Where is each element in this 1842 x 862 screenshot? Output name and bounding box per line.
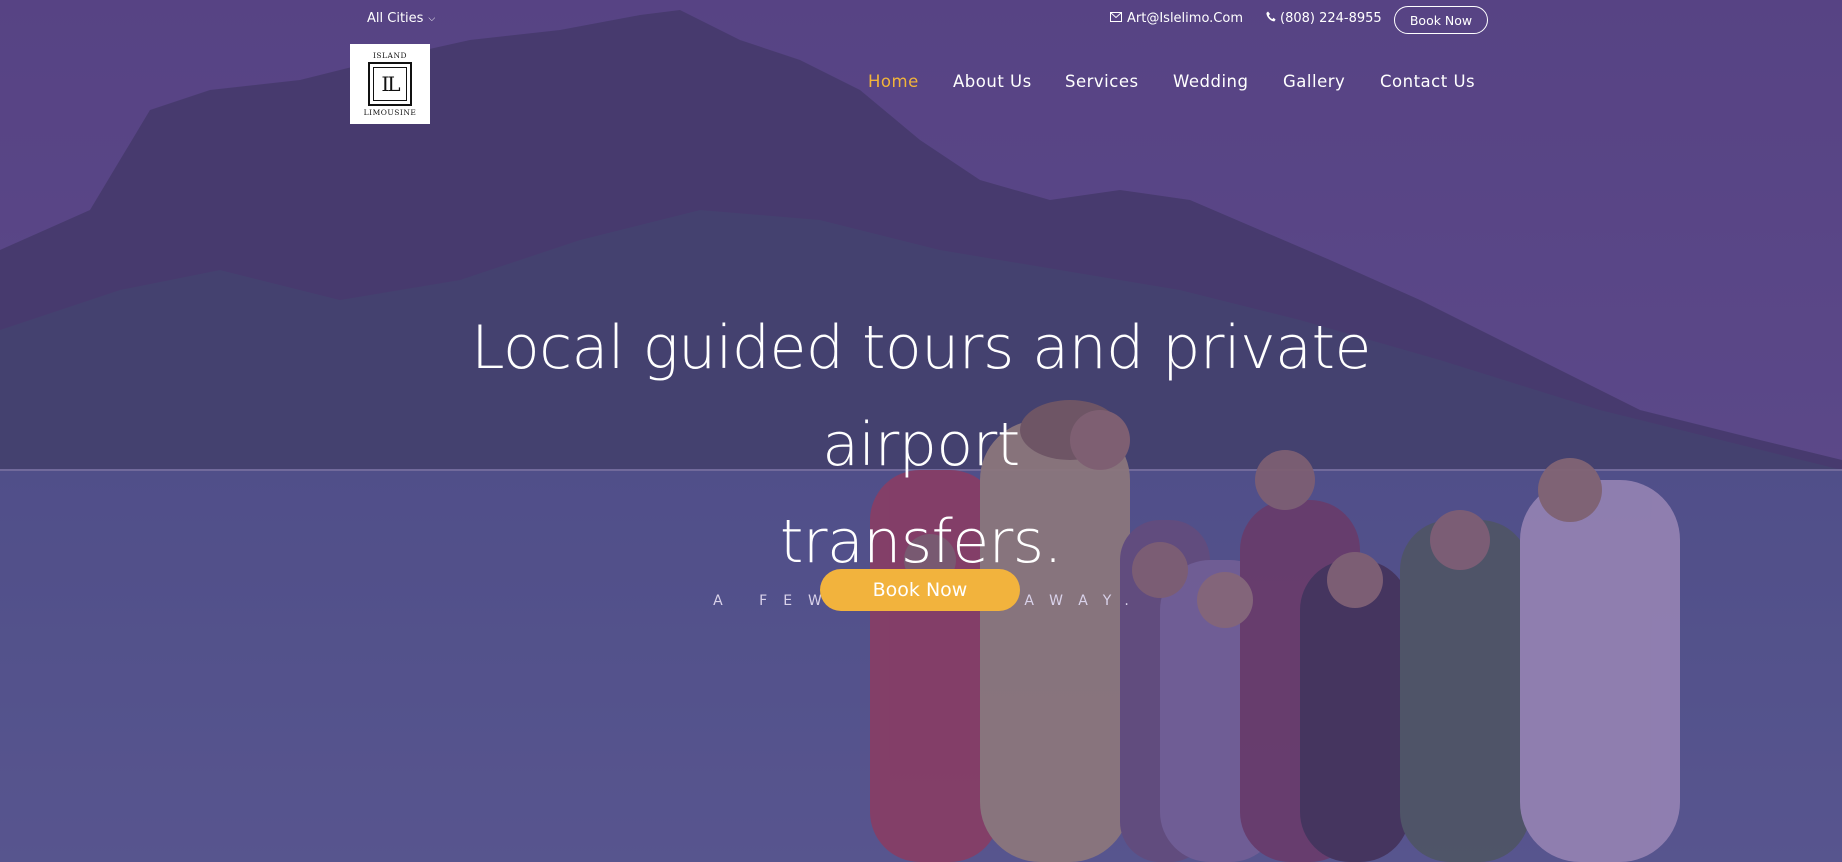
email-link[interactable]: Art@Islelimo.Com: [1110, 11, 1243, 26]
phone-icon: [1266, 11, 1276, 26]
nav-item-gallery[interactable]: Gallery: [1283, 72, 1345, 91]
main-nav: Home About Us Services Wedding Gallery C…: [0, 72, 1842, 96]
city-select-label: All Cities: [367, 11, 424, 26]
phone-link[interactable]: (808) 224-8955: [1266, 11, 1382, 26]
email-text: Art@Islelimo.Com: [1127, 11, 1243, 26]
nav-item-services[interactable]: Services: [1065, 72, 1139, 91]
nav-item-contact-us[interactable]: Contact Us: [1380, 72, 1475, 91]
page: All Cities ⌵ Art@Islelimo.Com (808) 224-…: [0, 0, 1842, 862]
hero-section: Local guided tours and private airport t…: [0, 300, 1842, 611]
top-book-now-button[interactable]: Book Now: [1394, 6, 1488, 34]
phone-text: (808) 224-8955: [1280, 11, 1382, 26]
top-bar: All Cities ⌵ Art@Islelimo.Com (808) 224-…: [0, 0, 1842, 42]
nav-item-home[interactable]: Home: [868, 72, 919, 91]
hero-title-line-1: Local guided tours and private airport: [471, 313, 1371, 480]
nav-item-about-us[interactable]: About Us: [953, 72, 1032, 91]
logo-top-text: ISLAND: [372, 51, 408, 60]
city-select[interactable]: All Cities ⌵: [367, 11, 435, 26]
hero-book-now-button[interactable]: Book Now: [820, 569, 1020, 611]
logo-bottom-text: LIMOUSINE: [363, 108, 417, 117]
chevron-down-icon: ⌵: [428, 13, 436, 24]
hero-title: Local guided tours and private airport t…: [371, 300, 1471, 591]
nav-item-wedding[interactable]: Wedding: [1173, 72, 1248, 91]
mail-icon: [1110, 11, 1122, 26]
